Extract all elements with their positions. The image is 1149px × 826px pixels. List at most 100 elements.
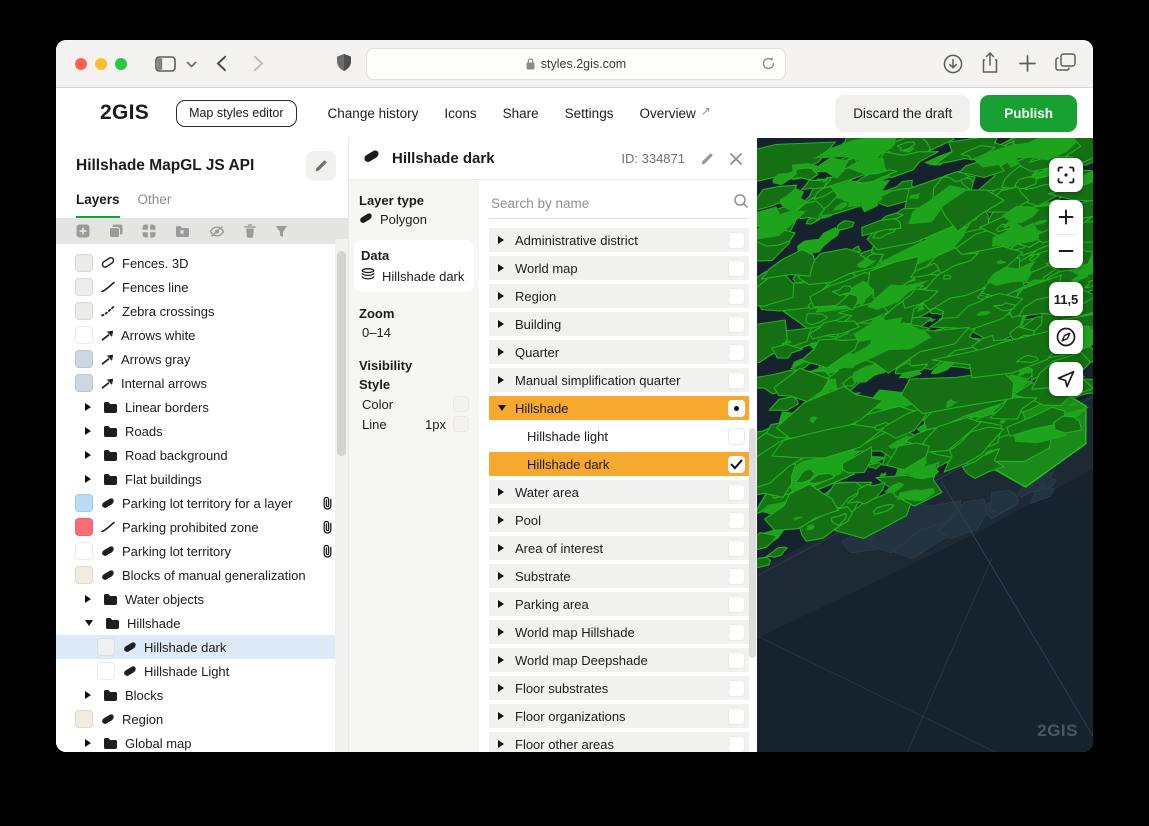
checkbox-unchecked[interactable] bbox=[728, 680, 745, 697]
checkbox-unchecked[interactable] bbox=[728, 260, 745, 277]
checkbox-unchecked[interactable] bbox=[728, 596, 745, 613]
paperclip-icon[interactable] bbox=[322, 496, 333, 514]
zoom-level-badge[interactable]: 11,5 bbox=[1049, 282, 1083, 316]
layer-type-section[interactable]: Layer type Polygon bbox=[359, 193, 469, 227]
edit-layer-name-icon[interactable] bbox=[700, 152, 714, 166]
privacy-shield-icon[interactable] bbox=[336, 53, 352, 73]
checkbox-unchecked[interactable] bbox=[728, 708, 745, 725]
checkbox-unchecked[interactable] bbox=[728, 652, 745, 669]
paperclip-icon[interactable] bbox=[322, 544, 333, 562]
caret-right-icon[interactable] bbox=[497, 683, 507, 693]
data-tree-row[interactable]: World map Hillshade bbox=[489, 620, 749, 644]
data-tree-row[interactable]: Hillshade dark bbox=[489, 452, 749, 476]
downloads-icon[interactable] bbox=[943, 54, 963, 74]
data-tree-row[interactable]: Floor other areas bbox=[489, 732, 749, 752]
tab-overview-icon[interactable] bbox=[1055, 53, 1076, 72]
caret-right-icon[interactable] bbox=[497, 515, 507, 525]
search-icon[interactable] bbox=[733, 193, 749, 214]
map-view[interactable]: 11,5 2GIS bbox=[757, 138, 1093, 752]
compass-button[interactable] bbox=[1049, 320, 1083, 354]
edit-title-button[interactable] bbox=[306, 151, 336, 181]
delete-icon[interactable] bbox=[244, 224, 256, 238]
panel-scrollbar-thumb[interactable] bbox=[749, 428, 756, 658]
zoom-in-button[interactable] bbox=[1049, 200, 1083, 234]
visibility-section[interactable]: Visibility bbox=[359, 358, 469, 373]
layer-color-swatch[interactable] bbox=[75, 518, 93, 536]
checkbox-unchecked[interactable] bbox=[728, 428, 745, 445]
data-tree-row[interactable]: World map bbox=[489, 256, 749, 280]
caret-down-icon[interactable] bbox=[497, 404, 507, 412]
search-input[interactable] bbox=[489, 195, 733, 212]
data-tree-row[interactable]: Floor organizations bbox=[489, 704, 749, 728]
tab-layers[interactable]: Layers bbox=[76, 192, 120, 218]
forward-icon[interactable] bbox=[253, 55, 264, 72]
sidebar-scrollbar-thumb[interactable] bbox=[337, 251, 346, 456]
data-tree-row[interactable]: Manual simplification quarter bbox=[489, 368, 749, 392]
nav-icons[interactable]: Icons bbox=[444, 106, 476, 121]
layer-folder-row[interactable]: Flat buildings bbox=[56, 467, 348, 491]
zoom-window-button[interactable] bbox=[115, 58, 127, 70]
checkbox-unchecked[interactable] bbox=[728, 540, 745, 557]
layer-folder-row[interactable]: Water objects bbox=[56, 587, 348, 611]
layer-folder-row[interactable]: Blocks bbox=[56, 683, 348, 707]
address-bar[interactable]: styles.2gis.com bbox=[366, 48, 786, 80]
back-icon[interactable] bbox=[216, 55, 227, 72]
data-tree-row[interactable]: Region bbox=[489, 284, 749, 308]
layer-color-swatch[interactable] bbox=[75, 278, 93, 296]
checkbox-checked[interactable] bbox=[728, 456, 745, 473]
remove-folder-icon[interactable] bbox=[175, 225, 190, 238]
checkbox-unchecked[interactable] bbox=[728, 232, 745, 249]
checkbox-unchecked[interactable] bbox=[728, 372, 745, 389]
data-tree-row[interactable]: Water area bbox=[489, 480, 749, 504]
data-tree-row[interactable]: Quarter bbox=[489, 340, 749, 364]
group-icon[interactable] bbox=[142, 224, 156, 238]
layer-color-swatch[interactable] bbox=[75, 566, 93, 584]
layer-folder-row[interactable]: Linear borders bbox=[56, 395, 348, 419]
fullscreen-button[interactable] bbox=[1049, 158, 1083, 192]
caret-right-icon[interactable] bbox=[497, 627, 507, 637]
map-styles-editor-badge[interactable]: Map styles editor bbox=[176, 100, 296, 127]
discard-draft-button[interactable]: Discard the draft bbox=[835, 95, 970, 132]
checkbox-unchecked[interactable] bbox=[728, 288, 745, 305]
zoom-section[interactable]: Zoom 0–14 bbox=[359, 306, 469, 340]
layer-color-swatch[interactable] bbox=[97, 638, 115, 656]
layer-color-swatch[interactable] bbox=[75, 710, 93, 728]
layer-row[interactable]: Parking lot territory for a layer bbox=[56, 491, 348, 515]
layer-folder-row[interactable]: Roads bbox=[56, 419, 348, 443]
sidebar-toggle-icon[interactable] bbox=[155, 56, 176, 72]
layer-row[interactable]: Arrows gray bbox=[56, 347, 348, 371]
layer-row[interactable]: Region bbox=[56, 707, 348, 731]
layer-color-swatch[interactable] bbox=[75, 254, 93, 272]
layer-color-swatch[interactable] bbox=[75, 350, 93, 368]
caret-down-icon[interactable] bbox=[84, 619, 94, 627]
sidebar-scrollbar[interactable] bbox=[335, 239, 348, 752]
style-section[interactable]: Style Color Line 1px bbox=[359, 377, 469, 432]
layer-folder-row[interactable]: Road background bbox=[56, 443, 348, 467]
data-tree-row[interactable]: Hillshade bbox=[489, 396, 749, 420]
checkbox-unchecked[interactable] bbox=[728, 344, 745, 361]
caret-right-icon[interactable] bbox=[497, 291, 507, 301]
layer-row[interactable]: Hillshade dark bbox=[56, 635, 348, 659]
data-tree-row[interactable]: Area of interest bbox=[489, 536, 749, 560]
hide-layer-icon[interactable] bbox=[209, 225, 225, 238]
caret-right-icon[interactable] bbox=[497, 599, 507, 609]
caret-right-icon[interactable] bbox=[84, 738, 92, 748]
checkbox-unchecked[interactable] bbox=[728, 624, 745, 641]
layer-color-swatch[interactable] bbox=[75, 326, 93, 344]
caret-right-icon[interactable] bbox=[84, 594, 92, 604]
data-tree-row[interactable]: Substrate bbox=[489, 564, 749, 588]
checkbox-unchecked[interactable] bbox=[728, 316, 745, 333]
add-layer-icon[interactable] bbox=[76, 224, 90, 238]
paperclip-icon[interactable] bbox=[322, 520, 333, 538]
layer-color-swatch[interactable] bbox=[75, 494, 93, 512]
layer-color-swatch[interactable] bbox=[97, 662, 115, 680]
filter-icon[interactable] bbox=[275, 225, 288, 238]
layer-folder-row[interactable]: Global map bbox=[56, 731, 348, 752]
checkbox-unchecked[interactable] bbox=[728, 484, 745, 501]
caret-right-icon[interactable] bbox=[497, 655, 507, 665]
close-window-button[interactable] bbox=[75, 58, 87, 70]
caret-right-icon[interactable] bbox=[84, 450, 92, 460]
layer-row[interactable]: Arrows white bbox=[56, 323, 348, 347]
share-icon[interactable] bbox=[981, 52, 999, 74]
publish-button[interactable]: Publish bbox=[980, 95, 1077, 132]
